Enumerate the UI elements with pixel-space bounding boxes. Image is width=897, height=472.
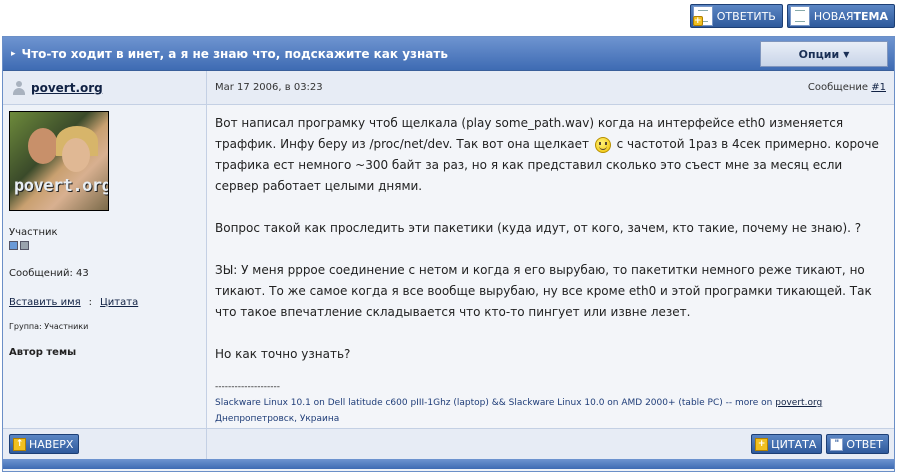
footer-left: ↑ НАВЕРХ xyxy=(3,429,207,459)
post-header: povert.org Mar 17 2006, в 03:23 Сообщени… xyxy=(3,71,894,105)
post-paragraph: Но как точно узнать? xyxy=(215,347,351,361)
reply-button-label: ОТВЕТИТЬ xyxy=(716,9,776,23)
add-post-icon: + xyxy=(692,6,713,26)
post-paragraph: Вопрос такой как проследить эти пакетики… xyxy=(215,221,862,235)
quote-button[interactable]: + ЦИТАТА xyxy=(751,434,823,454)
post-date: Mar 17 2006, в 03:23 xyxy=(215,82,323,93)
author-cell: povert.org xyxy=(3,71,207,104)
post-paragraph: ЗЫ: У меня pppoe соединение с нетом и ко… xyxy=(215,263,872,319)
options-button[interactable]: Опции ▼ xyxy=(760,41,888,67)
back-to-top-label: НАВЕРХ xyxy=(29,437,74,451)
reply-post-button[interactable]: " ОТВЕТ xyxy=(826,434,889,454)
new-topic-icon xyxy=(789,6,810,26)
rank-pips xyxy=(9,241,200,250)
signature-site-link[interactable]: povert.org xyxy=(775,398,822,408)
author-name-link[interactable]: povert.org xyxy=(31,81,103,95)
post-content: Вот написал програмку чтоб щелкала (play… xyxy=(207,105,894,454)
plus-icon: + xyxy=(755,437,769,451)
reply-post-label: ОТВЕТ xyxy=(846,437,883,451)
user-group: Группа: Участники xyxy=(9,322,89,331)
chevron-down-icon: ▼ xyxy=(843,49,850,59)
topic-author-label: Автор темы xyxy=(9,347,77,358)
avatar-watermark: povert.org xyxy=(14,176,109,196)
signature-line: Slackware Linux 10.1 on Dell latitude c6… xyxy=(215,398,823,408)
arrow-up-icon: ↑ xyxy=(13,437,26,451)
avatar: povert.org xyxy=(9,111,109,211)
thread-titlebar: ▸ Что-то ходит в инет, а я не знаю что, … xyxy=(3,37,894,71)
signature-divider: -------------------- xyxy=(215,382,280,392)
thread-title: Что-то ходит в инет, а я не знаю что, по… xyxy=(21,46,448,61)
quote-button-label: ЦИТАТА xyxy=(771,437,817,451)
smiley-icon xyxy=(594,136,611,153)
post-meta: Mar 17 2006, в 03:23 Сообщение #1 xyxy=(207,71,894,104)
post-number: Сообщение #1 xyxy=(807,82,886,93)
new-topic-button[interactable]: НОВАЯТЕМА xyxy=(786,4,895,28)
bottom-bar xyxy=(3,459,894,469)
quote-link[interactable]: Цитата xyxy=(100,297,138,308)
post-footer: ↑ НАВЕРХ + ЦИТАТА " ОТВЕТ xyxy=(3,429,894,459)
post-number-link[interactable]: #1 xyxy=(871,82,886,93)
post-frame: ▸ Что-то ходит в инет, а я не знаю что, … xyxy=(2,36,895,472)
user-rank: Участник xyxy=(9,227,58,238)
author-links: Вставить имя: Цитата xyxy=(9,297,139,308)
posts-count: Сообщений: 43 xyxy=(9,268,89,279)
quote-marks-icon: " xyxy=(830,437,844,451)
options-label: Опции xyxy=(798,47,840,61)
insert-name-link[interactable]: Вставить имя xyxy=(9,297,81,308)
reply-button[interactable]: + ОТВЕТИТЬ xyxy=(689,4,783,28)
signature-location: Днепропетровск, Украина xyxy=(215,414,340,424)
user-icon xyxy=(13,80,25,95)
author-sidebar: povert.org Участник Сообщений: 43 Встави… xyxy=(3,105,207,428)
title-arrow-icon: ▸ xyxy=(11,48,16,59)
footer-right: + ЦИТАТА " ОТВЕТ xyxy=(207,429,894,459)
new-topic-label: НОВАЯТЕМА xyxy=(813,9,888,23)
back-to-top-button[interactable]: ↑ НАВЕРХ xyxy=(9,434,80,454)
post-body: povert.org Участник Сообщений: 43 Встави… xyxy=(3,105,894,454)
top-actions: + ОТВЕТИТЬ НОВАЯТЕМА xyxy=(689,4,895,28)
post-paragraph: Вот написал програмку чтоб щелкала (play… xyxy=(215,116,879,193)
